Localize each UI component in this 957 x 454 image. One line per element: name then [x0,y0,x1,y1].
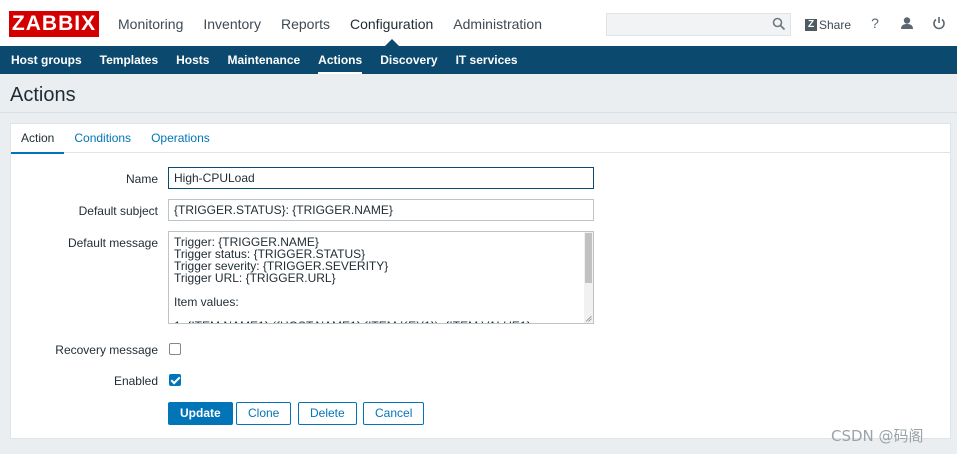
search-icon[interactable] [772,17,786,31]
sub-navigation: Host groups Templates Hosts Maintenance … [0,46,957,74]
default-subject-label: Default subject [78,204,158,218]
title-divider [0,112,957,113]
textarea-scroll-thumb[interactable] [585,233,592,283]
tab-action[interactable]: Action [11,124,65,154]
main-menu: Monitoring Inventory Reports Configurati… [108,0,552,46]
top-header: ZABBIX Monitoring Inventory Reports Conf… [0,0,957,46]
resize-grip-icon[interactable] [585,315,592,322]
recovery-message-checkbox[interactable] [169,343,181,355]
power-icon[interactable] [931,15,947,31]
watermark: CSDN @码阁 [831,427,924,445]
action-form-card: Action Conditions Operations Name High-C… [10,123,951,439]
subnav-host-groups[interactable]: Host groups [2,46,91,74]
delete-button[interactable]: Delete [298,402,357,425]
subnav-maintenance[interactable]: Maintenance [218,46,309,74]
search-input[interactable] [607,14,767,35]
default-subject-input[interactable]: {TRIGGER.STATUS}: {TRIGGER.NAME} [168,199,594,221]
help-icon[interactable]: ? [867,15,883,31]
menu-reports[interactable]: Reports [271,0,340,46]
zabbix-logo[interactable]: ZABBIX [9,11,99,37]
subnav-actions[interactable]: Actions [309,46,371,74]
subnav-templates[interactable]: Templates [91,46,167,74]
name-label: Name [125,172,158,186]
default-message-label: Default message [67,236,158,250]
tab-conditions[interactable]: Conditions [64,124,141,153]
menu-configuration[interactable]: Configuration [340,0,443,46]
update-button[interactable]: Update [168,402,233,425]
enabled-label: Enabled [113,374,158,388]
clone-button[interactable]: Clone [236,402,292,425]
share-icon: Z [805,19,817,31]
subnav-discovery[interactable]: Discovery [371,46,446,74]
enabled-checkbox[interactable] [169,374,181,386]
tab-operations[interactable]: Operations [141,124,220,153]
textarea-scrollbar[interactable] [584,232,593,323]
recovery-message-label: Recovery message [55,343,158,357]
subnav-hosts[interactable]: Hosts [167,46,218,74]
default-message-text: Trigger: {TRIGGER.NAME} Trigger status: … [174,235,531,323]
default-message-textarea[interactable]: Trigger: {TRIGGER.NAME} Trigger status: … [168,231,594,324]
menu-inventory[interactable]: Inventory [193,0,271,46]
subnav-it-services[interactable]: IT services [447,46,527,74]
menu-monitoring[interactable]: Monitoring [108,0,193,46]
search-box [606,13,791,36]
share-label: Share [819,18,852,32]
cancel-button[interactable]: Cancel [363,402,425,425]
name-input[interactable]: High-CPULoad [168,167,594,189]
form-tabs: Action Conditions Operations [11,124,950,154]
share-button[interactable]: Z Share [805,17,851,33]
user-icon[interactable] [899,15,915,31]
menu-administration[interactable]: Administration [443,0,552,46]
page-title: Actions [10,84,76,106]
